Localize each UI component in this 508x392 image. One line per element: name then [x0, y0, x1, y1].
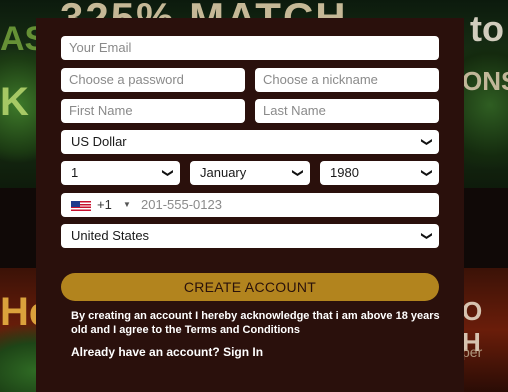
- registration-panel: Your Email Choose a password Choose a ni…: [36, 18, 464, 392]
- promo-text-left-mid: K: [0, 80, 29, 124]
- chevron-down-icon: ❯: [161, 168, 174, 178]
- chevron-down-icon: ❯: [420, 137, 433, 147]
- us-flag-icon[interactable]: [71, 201, 91, 211]
- promo-text-right-small: per: [462, 344, 483, 360]
- dial-code-caret-icon[interactable]: ▼: [123, 193, 131, 217]
- promo-text-right-mid: ONS: [462, 66, 508, 96]
- chevron-down-icon: ❯: [420, 231, 433, 241]
- phone-field[interactable]: +1 ▼ 201-555-0123: [61, 193, 439, 217]
- email-field[interactable]: Your Email: [61, 36, 439, 60]
- signin-prompt-line: Already have an account? Sign In: [71, 345, 263, 359]
- first-name-field[interactable]: First Name: [61, 99, 245, 123]
- dob-month-select[interactable]: January ❯: [190, 161, 310, 185]
- dob-month-value: January: [200, 165, 247, 180]
- dob-day-select[interactable]: 1 ❯: [61, 161, 180, 185]
- dob-day-value: 1: [71, 165, 79, 180]
- legal-notice: By creating an account I hereby acknowle…: [71, 309, 441, 337]
- chevron-down-icon: ❯: [420, 168, 433, 178]
- currency-select[interactable]: US Dollar ❯: [61, 130, 439, 154]
- dob-year-value: 1980: [330, 165, 359, 180]
- last-name-field[interactable]: Last Name: [255, 99, 439, 123]
- chevron-down-icon: ❯: [291, 168, 304, 178]
- dob-year-select[interactable]: 1980 ❯: [320, 161, 439, 185]
- currency-select-value: US Dollar: [71, 134, 127, 149]
- password-field[interactable]: Choose a password: [61, 68, 245, 92]
- country-select[interactable]: United States ❯: [61, 224, 439, 248]
- country-dial-code[interactable]: +1: [97, 193, 112, 217]
- country-select-value: United States: [71, 228, 150, 243]
- promo-text-right-top: to: [470, 8, 504, 49]
- create-account-button[interactable]: CREATE ACCOUNT: [61, 273, 439, 301]
- terms-link[interactable]: Terms and Conditions: [185, 324, 300, 336]
- signup-screen: 325% MATCH to ONS AS K He O H per Your E…: [0, 0, 508, 392]
- nickname-field[interactable]: Choose a nickname: [255, 68, 439, 92]
- phone-placeholder: 201-555-0123: [141, 197, 222, 212]
- signin-link[interactable]: Sign In: [223, 345, 263, 359]
- signin-prompt: Already have an account?: [71, 345, 224, 359]
